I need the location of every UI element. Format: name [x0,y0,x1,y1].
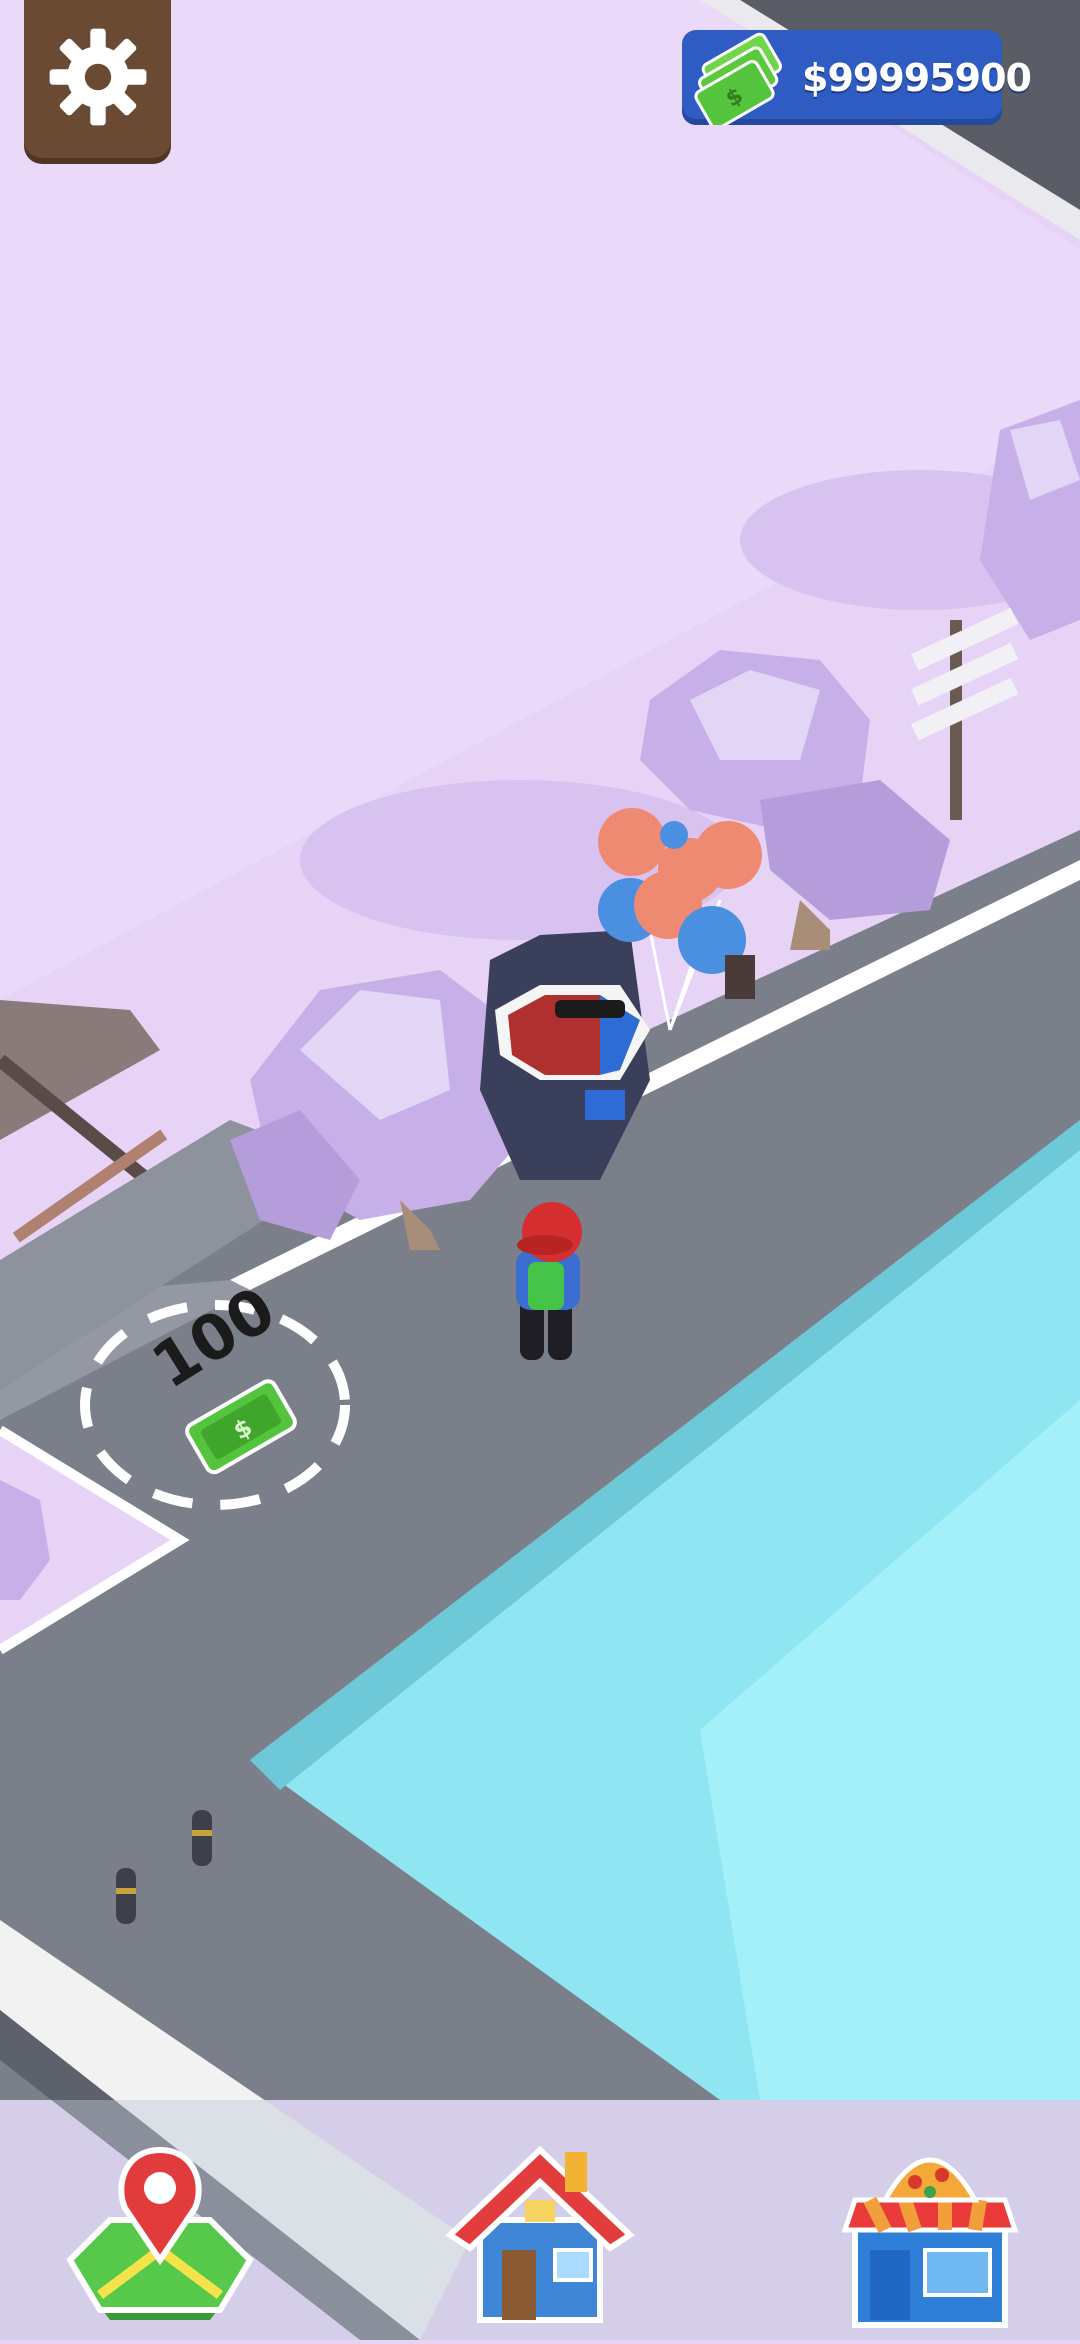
game-scene[interactable]: 100 $ [0,0,1080,2340]
map-button[interactable] [60,2130,260,2340]
pizza-shop-icon [830,2157,1030,2344]
money-amount: $99995900 [802,55,1032,100]
bollard [116,1868,136,1924]
bollard [192,1810,212,1866]
money-counter: $ $99995900 [682,30,1032,131]
cash-stack-icon: $ [682,30,802,131]
map-pin-icon [60,2146,260,2344]
house-icon [440,2145,640,2344]
home-button[interactable] [440,2130,640,2340]
shop-button[interactable] [830,2130,1030,2340]
gear-icon [43,22,153,136]
settings-button[interactable] [24,0,171,158]
